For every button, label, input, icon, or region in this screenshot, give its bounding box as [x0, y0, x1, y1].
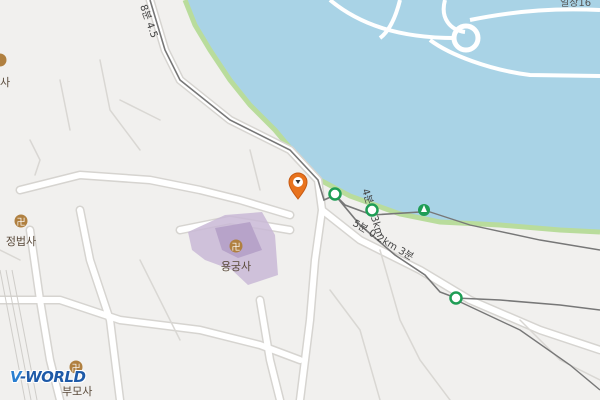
vworld-logo: V-WORLD	[10, 368, 86, 386]
place-label-partial-bottom: 부모사	[62, 385, 92, 398]
svg-text:卍: 卍	[231, 242, 240, 253]
place-label-partial-top: 일장16	[560, 0, 591, 9]
logo-prefix: V	[10, 368, 21, 386]
logo-text: -WORLD	[20, 368, 86, 386]
route-node-icon[interactable]	[449, 291, 463, 305]
route-node-icon[interactable]	[328, 187, 342, 201]
map-view[interactable]: 5분 0.2km 3분 4분 0.3km 8분 4.5 卍 卍 卍 용궁사 정법…	[0, 0, 600, 400]
svg-text:卍: 卍	[16, 217, 25, 228]
place-label-partial-left: 사	[0, 76, 10, 89]
place-label-yonggungsa: 용궁사	[221, 260, 251, 273]
place-label-jeongbeopsa: 정법사	[6, 235, 36, 248]
route-node-icon[interactable]	[365, 203, 379, 217]
map-canvas[interactable]: 5분 0.2km 3분 4분 0.3km 8분 4.5 卍 卍 卍 용궁사 정법…	[0, 0, 600, 400]
route-end-icon[interactable]	[418, 204, 430, 216]
